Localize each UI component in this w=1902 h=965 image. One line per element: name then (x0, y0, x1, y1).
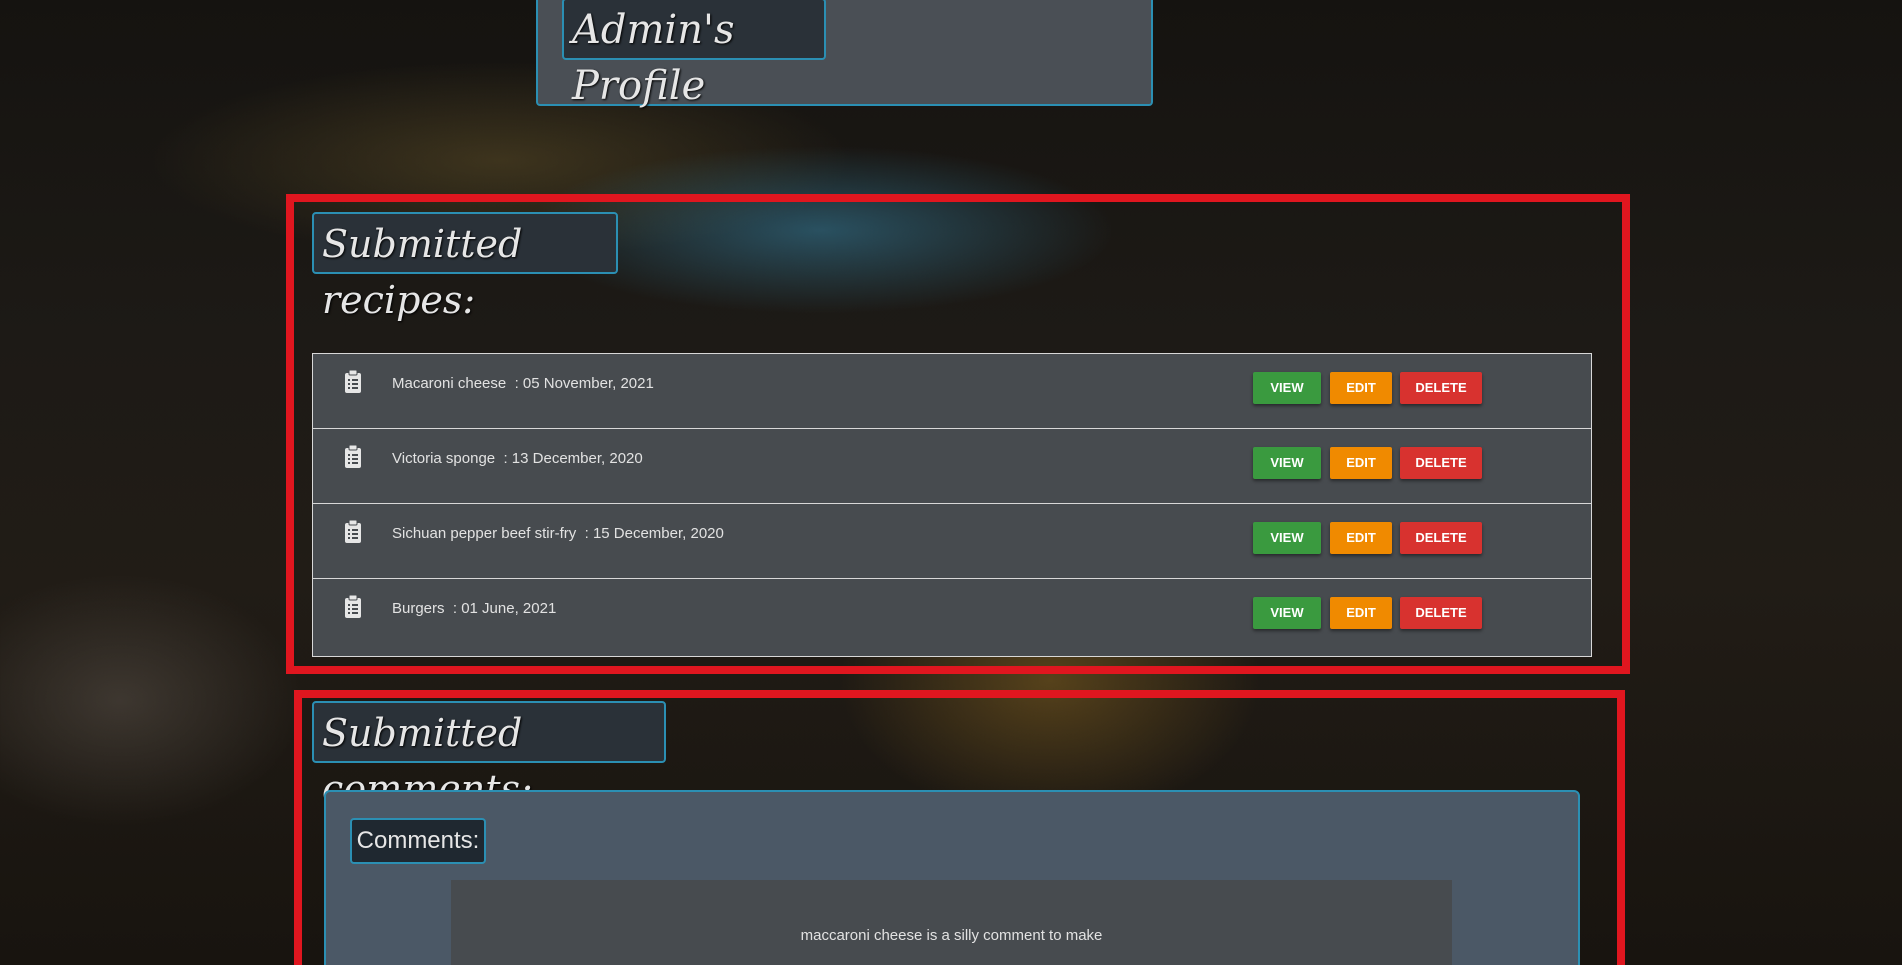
delete-button[interactable]: DELETE (1400, 597, 1482, 629)
edit-button[interactable]: EDIT (1330, 597, 1392, 629)
view-button[interactable]: VIEW (1253, 372, 1321, 404)
recipe-entry: Burgers : 01 June, 2021 (392, 600, 557, 617)
admin-profile-title: Admin's Profile (562, 0, 826, 109)
recipe-name: Burgers (392, 600, 445, 617)
recipe-name: Sichuan pepper beef stir-fry (392, 525, 577, 542)
recipe-entry: Macaroni cheese : 05 November, 2021 (392, 375, 654, 392)
delete-button[interactable]: DELETE (1400, 522, 1482, 554)
comment-text: maccaroni cheese is a silly comment to m… (800, 927, 1103, 944)
recipe-date: 15 December, 2020 (592, 525, 724, 542)
view-button[interactable]: VIEW (1253, 522, 1321, 554)
view-button[interactable]: VIEW (1253, 597, 1321, 629)
recipe-date: 01 June, 2021 (461, 600, 557, 617)
recipe-row: Macaroni cheese : 05 November, 2021 VIEW… (313, 354, 1591, 429)
submitted-comments-title: Submitted comments: (312, 701, 666, 811)
recipe-row: Victoria sponge : 13 December, 2020 VIEW… (313, 429, 1591, 504)
view-button[interactable]: VIEW (1253, 447, 1321, 479)
edit-button[interactable]: EDIT (1330, 372, 1392, 404)
clipboard-list-icon (345, 370, 361, 393)
recipe-list: Macaroni cheese : 05 November, 2021 VIEW… (312, 353, 1592, 657)
recipe-date: 05 November, 2021 (522, 375, 654, 392)
delete-button[interactable]: DELETE (1400, 372, 1482, 404)
clipboard-list-icon (345, 595, 361, 618)
recipe-entry: Victoria sponge : 13 December, 2020 (392, 450, 643, 467)
delete-button[interactable]: DELETE (1400, 447, 1482, 479)
comment-card: maccaroni cheese is a silly comment to m… (451, 880, 1452, 965)
recipe-name: Macaroni cheese (392, 375, 507, 392)
clipboard-list-icon (345, 520, 361, 543)
recipe-date: 13 December, 2020 (511, 450, 643, 467)
submitted-recipes-title: Submitted recipes: (312, 212, 618, 322)
recipe-entry: Sichuan pepper beef stir-fry : 15 Decemb… (392, 525, 724, 542)
recipe-row: Sichuan pepper beef stir-fry : 15 Decemb… (313, 504, 1591, 579)
comments-label: Comments: (350, 818, 486, 864)
recipe-name: Victoria sponge (392, 450, 496, 467)
edit-button[interactable]: EDIT (1330, 447, 1392, 479)
recipe-row: Burgers : 01 June, 2021 VIEW EDIT DELETE (313, 579, 1591, 654)
edit-button[interactable]: EDIT (1330, 522, 1392, 554)
clipboard-list-icon (345, 445, 361, 468)
